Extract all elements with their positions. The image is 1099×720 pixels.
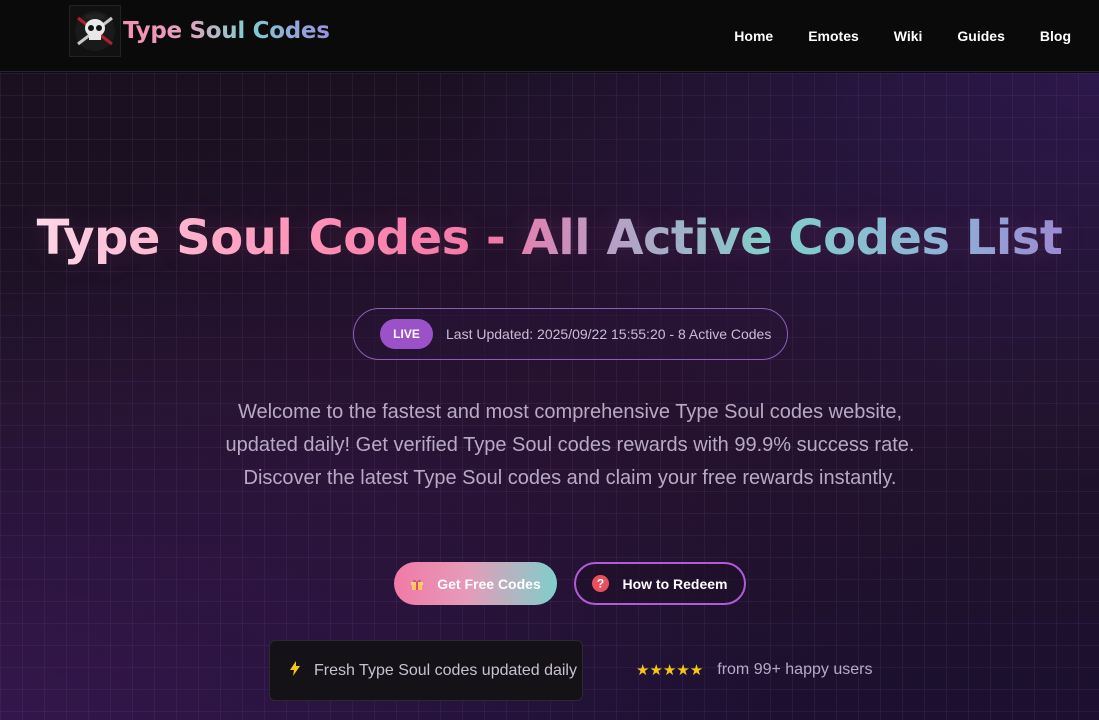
main-nav: Home Emotes Wiki Guides Blog (734, 0, 1099, 72)
rating-text: from 99+ happy users (717, 661, 873, 678)
fresh-codes-card: Fresh Type Soul codes updated daily (269, 640, 583, 701)
hero-section: Type Soul Codes - All Active Codes List … (0, 73, 1099, 720)
hero-description: Welcome to the fastest and most comprehe… (225, 401, 915, 489)
how-to-redeem-label: How to Redeem (622, 575, 728, 592)
nav-wiki[interactable]: Wiki (894, 28, 923, 44)
page-title: Type Soul Codes - All Active Codes List (0, 210, 1099, 266)
get-free-codes-button[interactable]: Get Free Codes (394, 562, 557, 605)
nav-blog[interactable]: Blog (1040, 28, 1071, 44)
nav-home[interactable]: Home (734, 28, 773, 44)
skull-crossbones-icon (69, 5, 121, 57)
gift-icon (410, 577, 424, 591)
site-logo[interactable]: Type Soul Codes (69, 5, 330, 57)
user-rating: ★★★★★ from 99+ happy users (636, 661, 872, 679)
last-updated-text: Last Updated: 2025/09/22 15:55:20 - 8 Ac… (446, 326, 772, 342)
get-free-codes-label: Get Free Codes (437, 575, 541, 592)
nav-guides[interactable]: Guides (957, 28, 1004, 44)
how-to-redeem-button[interactable]: ? How to Redeem (574, 562, 746, 605)
nav-emotes[interactable]: Emotes (808, 28, 859, 44)
svg-text:?: ? (597, 577, 604, 591)
star-rating-icon: ★★★★★ (636, 661, 704, 679)
site-header: Type Soul Codes Home Emotes Wiki Guides … (0, 0, 1099, 72)
fresh-codes-text: Fresh Type Soul codes updated daily (314, 661, 577, 679)
live-badge: LIVE (380, 319, 433, 349)
logo-text: Type Soul Codes (123, 18, 330, 44)
question-circle-icon: ? (592, 575, 610, 592)
live-status-pill: LIVE Last Updated: 2025/09/22 15:55:20 -… (353, 308, 788, 360)
lightning-icon (290, 661, 300, 680)
